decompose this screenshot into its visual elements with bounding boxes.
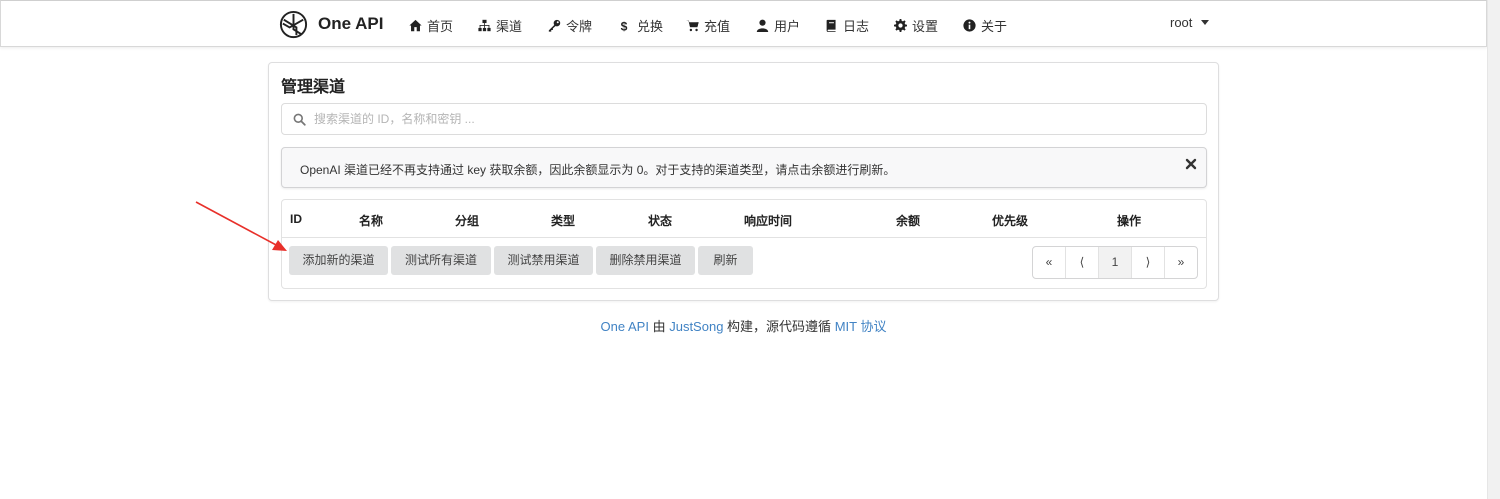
first-page-button[interactable]: « [1033, 247, 1066, 278]
nav-item-label: 充值 [704, 18, 731, 34]
column-header-response-time[interactable]: 响应时间 [744, 212, 792, 229]
user-icon [756, 19, 769, 32]
footer-by-text: 由 [652, 319, 666, 334]
nav-item-users[interactable]: 用户 [756, 15, 800, 35]
info-icon [963, 18, 976, 32]
last-page-button[interactable]: » [1165, 247, 1197, 278]
column-header-type[interactable]: 类型 [551, 212, 575, 229]
refresh-button[interactable]: 刷新 [698, 246, 753, 275]
nav-item-tokens[interactable]: 令牌 [548, 15, 592, 35]
sitemap-icon [478, 19, 491, 31]
svg-text:$: $ [621, 19, 628, 32]
nav-item-label: 关于 [981, 18, 1008, 34]
footer: One API 由 JustSong 构建，源代码遵循 MIT 协议 [0, 316, 1487, 335]
next-page-button[interactable]: ⟩ [1132, 247, 1165, 278]
nav-item-logs[interactable]: 日志 [825, 15, 869, 35]
pagination: « ⟨ 1 ⟩ » [1032, 246, 1198, 279]
notice-message: OpenAI 渠道已经不再支持通过 key 获取余额，因此余额显示为 0。对于支… [281, 147, 1207, 188]
column-header-actions: 操作 [1117, 214, 1142, 228]
cart-icon [686, 19, 699, 31]
add-channel-button[interactable]: 添加新的渠道 [289, 246, 388, 275]
username: root [1170, 15, 1193, 30]
nav-item-settings[interactable]: 设置 [894, 15, 938, 35]
brand-name: One API [318, 14, 384, 33]
book-icon [826, 19, 836, 32]
nav-item-label: 首页 [427, 18, 454, 34]
top-navbar: One API 首页 渠道 令牌 $ 兑换 充值 用户 日志 设置 关于 roo… [0, 0, 1487, 47]
nav-item-topup[interactable]: 充值 [686, 15, 730, 35]
notice-text: OpenAI 渠道已经不再支持通过 key 获取余额，因此余额显示为 0。对于支… [300, 163, 896, 177]
nav-item-about[interactable]: 关于 [963, 15, 1007, 35]
caret-down-icon [1201, 20, 1210, 25]
test-all-channels-button[interactable]: 测试所有渠道 [391, 246, 491, 275]
page-title: 管理渠道 [281, 79, 346, 96]
page-scrollbar[interactable] [1487, 0, 1500, 499]
close-icon[interactable] [1185, 158, 1197, 170]
channels-card: 管理渠道 OpenAI 渠道已经不再支持通过 key 获取余额，因此余额显示为 … [268, 62, 1219, 301]
column-header-priority[interactable]: 优先级 [992, 212, 1028, 229]
home-icon [409, 19, 422, 31]
test-disabled-channels-button[interactable]: 测试禁用渠道 [494, 246, 593, 275]
brand[interactable]: One API [278, 8, 384, 40]
openai-logo-icon [279, 10, 308, 38]
nav-item-label: 用户 [774, 18, 801, 34]
page-1-button[interactable]: 1 [1099, 247, 1132, 278]
table-header: ID 名称 分组 类型 状态 响应时间 余额 优先级 操作 [282, 200, 1206, 238]
column-header-name[interactable]: 名称 [359, 212, 383, 229]
nav-item-label: 兑换 [637, 18, 664, 34]
nav-item-label: 渠道 [496, 18, 523, 34]
nav-item-channels[interactable]: 渠道 [478, 15, 522, 35]
column-header-group[interactable]: 分组 [455, 212, 479, 229]
footer-middle-text: 构建，源代码遵循 [727, 319, 832, 334]
user-menu[interactable]: root [1170, 15, 1210, 30]
key-icon [548, 19, 561, 32]
column-header-balance[interactable]: 余额 [896, 212, 920, 229]
prev-page-button[interactable]: ⟨ [1066, 247, 1099, 278]
channels-table: ID 名称 分组 类型 状态 响应时间 余额 优先级 操作 添加新的渠道 测试所… [281, 199, 1207, 289]
search-box[interactable] [281, 103, 1207, 135]
footer-author-link[interactable]: JustSong [669, 319, 723, 334]
annotation-arrow-icon [195, 201, 287, 251]
dollar-icon: $ [621, 19, 628, 32]
footer-brand-link[interactable]: One API [601, 319, 649, 334]
search-input[interactable] [312, 104, 1192, 134]
nav-item-label: 令牌 [566, 18, 593, 34]
footer-license-link[interactable]: MIT 协议 [835, 319, 887, 334]
nav-item-home[interactable]: 首页 [409, 15, 453, 35]
gear-icon [894, 18, 907, 32]
column-header-status[interactable]: 状态 [648, 212, 672, 229]
delete-disabled-channels-button[interactable]: 删除禁用渠道 [596, 246, 695, 275]
nav-item-label: 设置 [912, 18, 939, 34]
nav-item-redeem[interactable]: $ 兑换 [619, 15, 663, 35]
search-icon [293, 113, 306, 126]
column-header-id[interactable]: ID [290, 212, 302, 226]
nav-item-label: 日志 [843, 18, 870, 34]
